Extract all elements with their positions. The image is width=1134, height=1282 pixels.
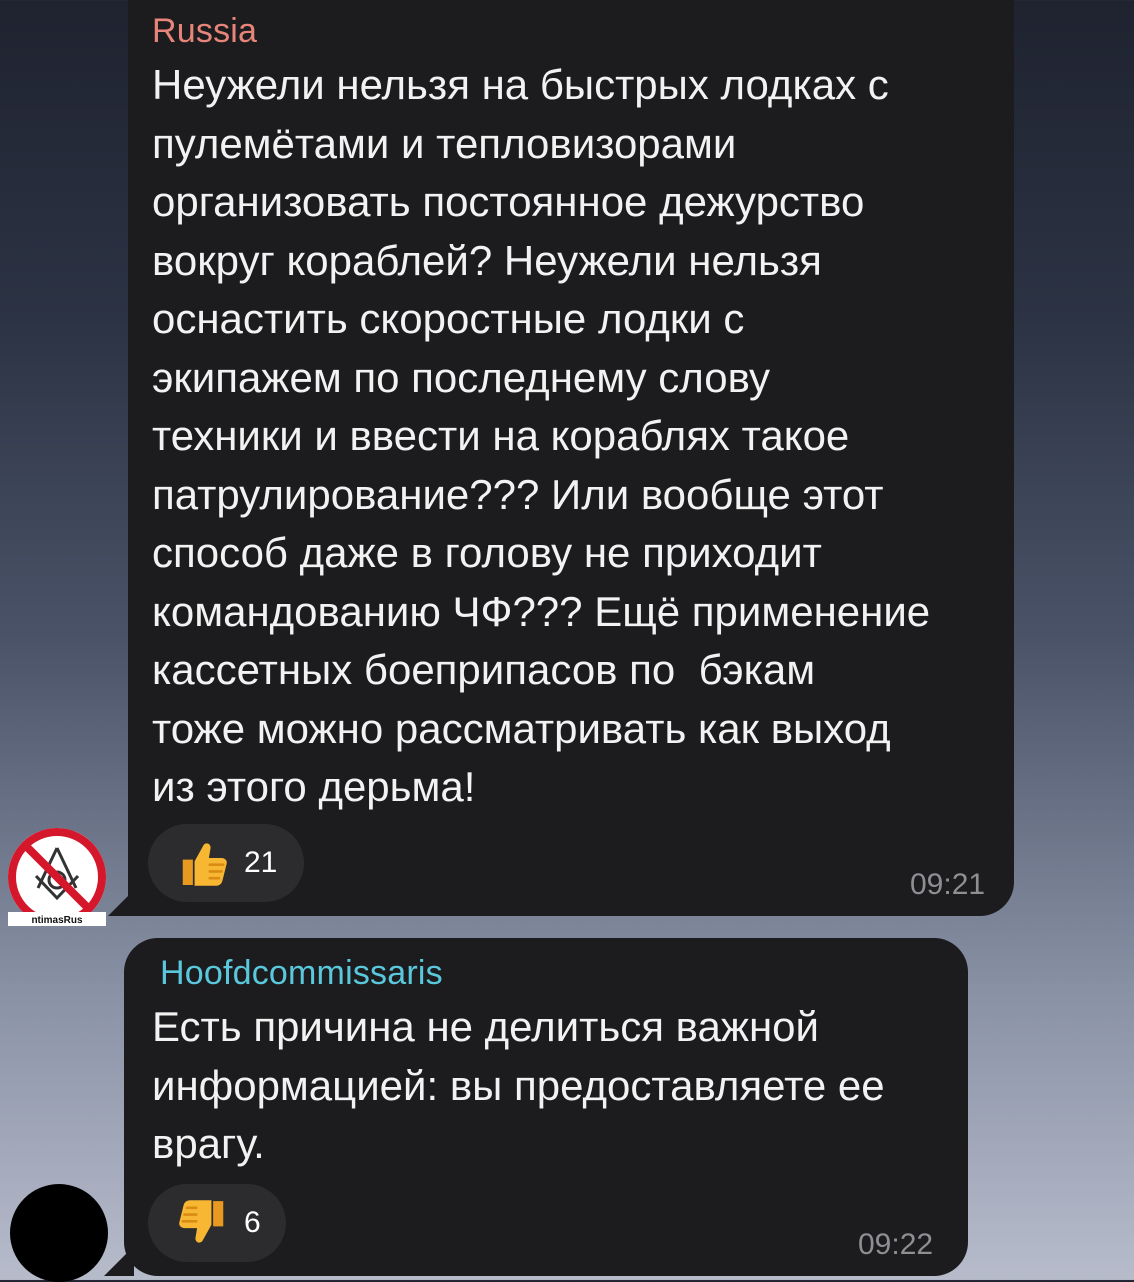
message-time: 09:21 [910, 868, 986, 901]
avatar[interactable] [10, 1184, 108, 1282]
reaction-count: 21 [244, 846, 278, 879]
reaction-button[interactable]: 6 [148, 1184, 286, 1262]
avatar[interactable]: ntimasRus [8, 828, 106, 926]
no-masons-icon: ntimasRus [8, 828, 106, 926]
message-text: Неужели нельзя на быстрых лодках с пулем… [152, 61, 931, 810]
reaction-count: 6 [244, 1206, 261, 1239]
thumbs-down-icon [179, 1200, 224, 1243]
avatar-label: ntimasRus [31, 915, 83, 926]
message-text: Есть причина не делиться важной информац… [152, 1003, 885, 1167]
message-time: 09:22 [858, 1228, 934, 1261]
thumbs-up-icon [182, 843, 227, 886]
sender-name[interactable]: Russia [152, 12, 257, 51]
sender-name[interactable]: Hoofdcommissaris [160, 954, 443, 993]
reaction-button[interactable]: 21 [148, 824, 304, 902]
